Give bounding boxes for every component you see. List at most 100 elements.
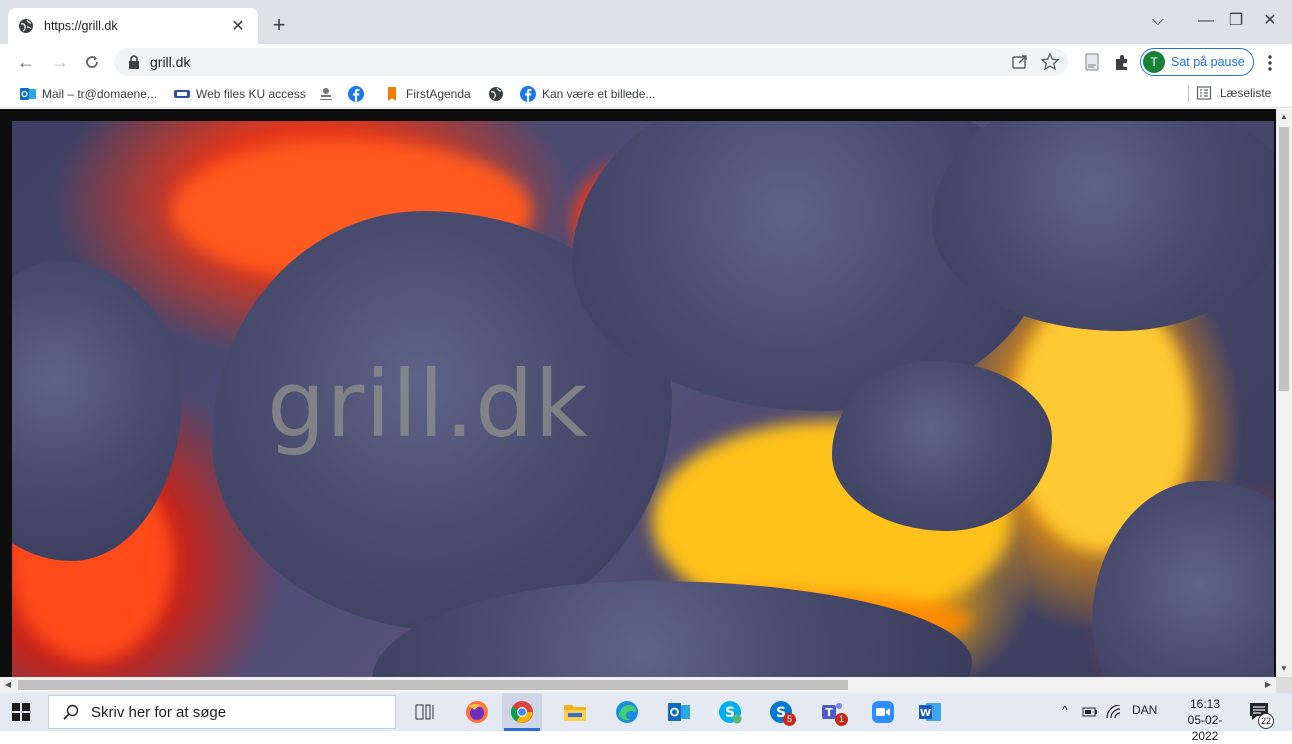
- chrome-icon: [511, 701, 533, 723]
- outlook-icon: [20, 88, 36, 100]
- reload-icon: [86, 56, 98, 68]
- task-view-icon: [415, 704, 434, 720]
- reload-button[interactable]: [80, 50, 104, 74]
- clock-date: 05-02-2022: [1187, 713, 1223, 743]
- bookmark-label: Kan være et billede...: [542, 87, 656, 101]
- bookmark-label: Mail – tr@domaene...: [42, 87, 157, 101]
- bookmark-label: Web files KU access: [196, 87, 306, 101]
- vertical-scroll-thumb[interactable]: [1279, 127, 1289, 391]
- lock-icon: [129, 55, 139, 69]
- svg-text:W: W: [920, 708, 931, 719]
- svg-text:T: T: [825, 706, 833, 719]
- page-viewport: grill.dk ▲ ▼ ◀ ▶: [0, 109, 1292, 693]
- wifi-icon[interactable]: [1106, 705, 1122, 719]
- url-text: grill.dk: [150, 54, 191, 70]
- rock: [832, 361, 1052, 531]
- teams-app[interactable]: T 1: [818, 697, 848, 727]
- horizontal-scrollbar[interactable]: ◀ ▶: [0, 677, 1276, 693]
- extensions-puzzle-icon[interactable]: [1112, 52, 1132, 72]
- share-icon[interactable]: [1010, 52, 1030, 72]
- outlook-app[interactable]: [664, 697, 694, 727]
- battery-network-icon[interactable]: [1082, 705, 1100, 719]
- bookmark-mail[interactable]: Mail – tr@domaene...: [20, 85, 157, 103]
- bookmark-label: FirstAgenda: [406, 87, 471, 101]
- bookmarks-divider: [1188, 86, 1189, 102]
- extension-document-icon[interactable]: [1082, 52, 1102, 72]
- reading-list-label: Læseliste: [1220, 86, 1272, 100]
- bookmark-facebook[interactable]: [348, 85, 370, 103]
- clock[interactable]: 16:13 05-02-2022: [1176, 696, 1234, 744]
- notification-badge: 1: [835, 713, 848, 726]
- firefox-app[interactable]: [462, 697, 492, 727]
- bookmark-globe[interactable]: [488, 85, 510, 103]
- show-hidden-icons-chevron[interactable]: ^: [1062, 703, 1068, 717]
- task-view-button[interactable]: [410, 697, 440, 727]
- taskbar-search-input[interactable]: Skriv her for at søge: [48, 695, 396, 729]
- address-bar[interactable]: grill.dk: [114, 48, 1068, 76]
- close-tab-icon[interactable]: ✕: [228, 16, 248, 36]
- restore-button[interactable]: ❐: [1222, 8, 1250, 34]
- search-placeholder: Skriv her for at søge: [91, 703, 227, 721]
- bookmark-facebook-image[interactable]: Kan være et billede...: [520, 85, 655, 103]
- scrollbar-corner: [1276, 677, 1292, 693]
- page-background: grill.dk: [0, 109, 1276, 677]
- profile-status-label: Sat på pause: [1171, 55, 1245, 69]
- word-app[interactable]: W: [915, 697, 945, 727]
- tab-title: https://grill.dk: [44, 19, 118, 33]
- back-button[interactable]: ←: [14, 50, 38, 74]
- outlook-icon: [668, 703, 690, 721]
- bookmark-firstagenda[interactable]: FirstAgenda: [384, 85, 471, 103]
- windows-start-icon[interactable]: [12, 703, 30, 721]
- search-icon: [63, 704, 79, 720]
- browser-tab[interactable]: https://grill.dk ✕: [8, 8, 258, 44]
- bookmark-web-files[interactable]: Web files KU access: [174, 85, 306, 103]
- close-window-button[interactable]: ✕: [1256, 8, 1284, 34]
- folder-icon: [564, 705, 586, 721]
- crest-icon: [320, 88, 332, 100]
- firefox-icon: [466, 701, 488, 723]
- profile-button[interactable]: T Sat på pause: [1140, 48, 1254, 76]
- vertical-scrollbar[interactable]: ▲ ▼: [1276, 109, 1292, 677]
- word-icon: W: [919, 703, 941, 721]
- new-tab-button[interactable]: +: [266, 12, 292, 38]
- bookmark-crest[interactable]: [318, 85, 340, 103]
- ku-icon: [174, 90, 190, 98]
- bookmarks-bar: Mail – tr@domaene... Web files KU access…: [0, 80, 1292, 108]
- scroll-left-arrow-icon[interactable]: ◀: [0, 677, 16, 693]
- zoom-app[interactable]: [868, 697, 898, 727]
- avatar: T: [1143, 51, 1165, 73]
- edge-app[interactable]: [612, 697, 642, 727]
- scroll-down-arrow-icon[interactable]: ▼: [1276, 661, 1292, 677]
- file-explorer-app[interactable]: [560, 697, 590, 727]
- forward-button[interactable]: →: [48, 50, 72, 74]
- more-menu-icon[interactable]: [1262, 54, 1278, 72]
- firstagenda-icon: [388, 87, 396, 101]
- horizontal-scroll-thumb[interactable]: [18, 680, 848, 690]
- globe-icon: [19, 19, 33, 33]
- chrome-app[interactable]: [507, 697, 537, 727]
- notification-count-badge: 22: [1258, 713, 1274, 729]
- facebook-icon: [520, 86, 536, 102]
- bookmark-star-icon[interactable]: [1040, 52, 1060, 72]
- browser-toolbar: ← → grill.dk T Sat på pause: [0, 44, 1292, 80]
- notification-badge: 5: [783, 713, 796, 726]
- minimize-button[interactable]: —: [1192, 8, 1220, 34]
- globe-icon: [489, 87, 503, 101]
- taskbar: Skriv her for at søge S S 5 T 1 W ^ DAN …: [0, 693, 1292, 743]
- skype-icon: S: [719, 701, 742, 724]
- facebook-icon: [348, 86, 364, 102]
- scroll-right-arrow-icon[interactable]: ▶: [1260, 677, 1276, 693]
- skype-for-business-app[interactable]: S 5: [766, 697, 796, 727]
- scroll-up-arrow-icon[interactable]: ▲: [1276, 109, 1292, 125]
- skype-app[interactable]: S: [715, 697, 745, 727]
- edge-icon: [616, 701, 638, 723]
- zoom-icon: [872, 701, 894, 723]
- clock-time: 16:13: [1189, 697, 1221, 711]
- tab-search-chevron-icon[interactable]: ⌵: [1144, 8, 1172, 34]
- hero-image: grill.dk: [12, 121, 1274, 677]
- tab-strip: https://grill.dk ✕ + ⌵ — ❐ ✕: [0, 0, 1292, 44]
- input-language[interactable]: DAN: [1132, 703, 1157, 717]
- reading-list-button[interactable]: Læseliste: [1196, 85, 1271, 101]
- hero-title: grill.dk: [267, 351, 589, 458]
- reading-list-icon: [1196, 86, 1212, 100]
